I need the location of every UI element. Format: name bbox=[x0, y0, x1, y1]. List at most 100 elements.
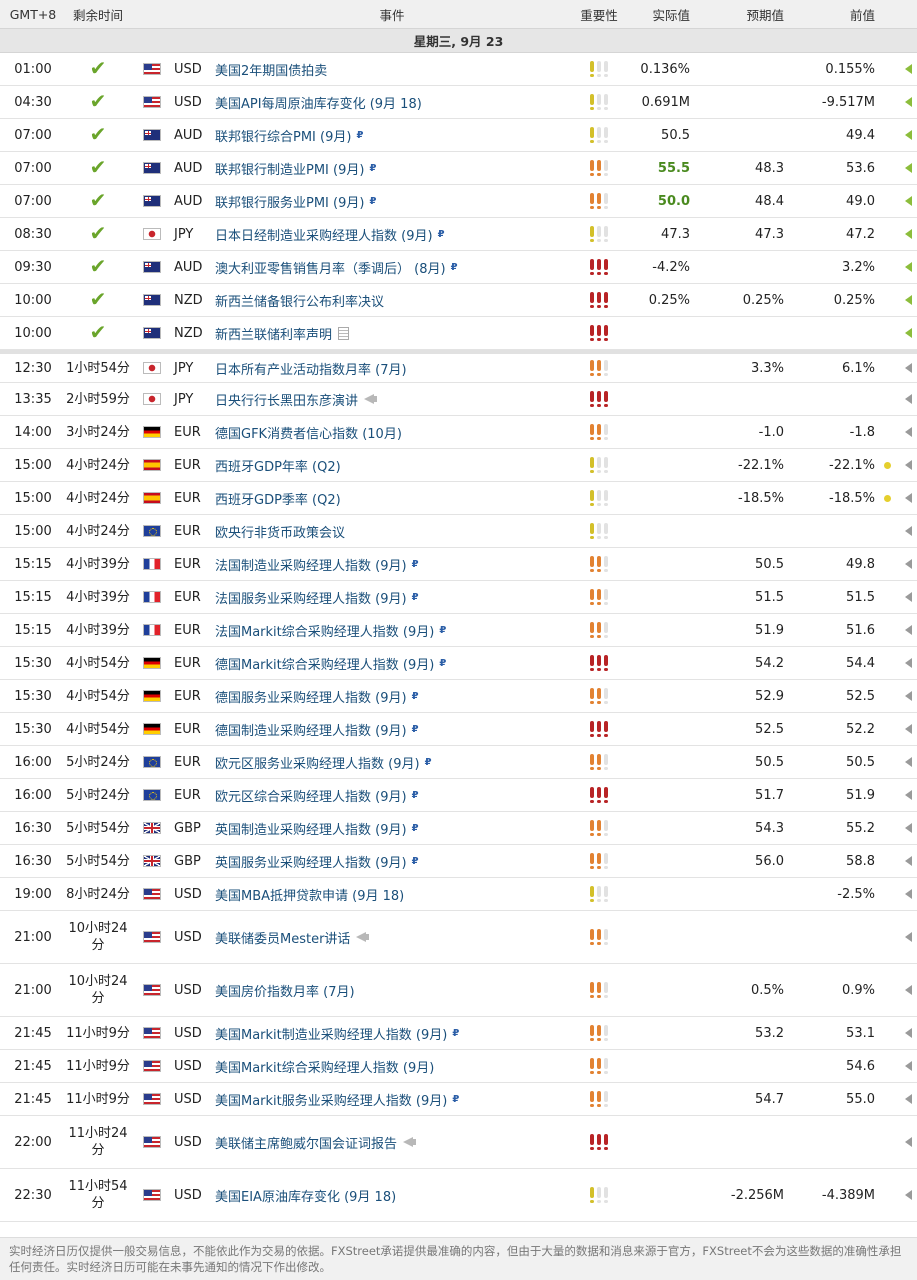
event-link[interactable]: 法国制造业采购经理人指数 (9月) ₽ bbox=[210, 555, 574, 574]
expand-cell[interactable] bbox=[900, 1094, 917, 1104]
event-name[interactable]: 德国服务业采购经理人指数 (9月) bbox=[215, 687, 407, 706]
document-icon[interactable] bbox=[338, 326, 350, 340]
event-name[interactable]: 日央行行长黑田东彦演讲 bbox=[215, 390, 358, 409]
event-name[interactable]: 欧元区综合采购经理人指数 (9月) bbox=[215, 786, 407, 805]
table-row[interactable]: 16:00 5小时24分 EUR 欧元区综合采购经理人指数 (9月) ₽51.7 51.9 bbox=[0, 779, 917, 812]
arrow-left-icon[interactable] bbox=[905, 196, 912, 206]
expand-cell[interactable] bbox=[900, 1061, 917, 1071]
event-link[interactable]: 法国服务业采购经理人指数 (9月) ₽ bbox=[210, 588, 574, 607]
expand-cell[interactable] bbox=[900, 130, 917, 140]
event-link[interactable]: 德国GFK消费者信心指数 (10月) bbox=[210, 423, 574, 442]
event-name[interactable]: 欧元区服务业采购经理人指数 (9月) bbox=[215, 753, 420, 772]
arrow-left-icon[interactable] bbox=[905, 363, 912, 373]
arrow-left-icon[interactable] bbox=[905, 823, 912, 833]
table-row[interactable]: 15:15 4小时39分 EUR 法国服务业采购经理人指数 (9月) ₽51.5 51.5 bbox=[0, 581, 917, 614]
table-row[interactable]: 16:30 5小时54分 GBP 英国服务业采购经理人指数 (9月) ₽56.0 58.8 bbox=[0, 845, 917, 878]
event-link[interactable]: 西班牙GDP年率 (Q2) bbox=[210, 456, 574, 475]
expand-cell[interactable] bbox=[900, 856, 917, 866]
event-link[interactable]: 欧元区服务业采购经理人指数 (9月) ₽ bbox=[210, 753, 574, 772]
arrow-left-icon[interactable] bbox=[905, 97, 912, 107]
event-name[interactable]: 日本日经制造业采购经理人指数 (9月) bbox=[215, 225, 433, 244]
event-name[interactable]: 美国MBA抵押贷款申请 (9月 18) bbox=[215, 885, 404, 904]
event-name[interactable]: 联邦银行制造业PMI (9月) bbox=[215, 159, 364, 178]
arrow-left-icon[interactable] bbox=[905, 790, 912, 800]
event-link[interactable]: 美联储主席鲍威尔国会证词报告 bbox=[210, 1133, 574, 1152]
event-name[interactable]: 美国Markit综合采购经理人指数 (9月) bbox=[215, 1057, 434, 1076]
expand-cell[interactable] bbox=[900, 559, 917, 569]
expand-cell[interactable] bbox=[900, 790, 917, 800]
table-row[interactable]: 21:00 10小时24分 USD 美联储委员Mester讲话 bbox=[0, 911, 917, 964]
arrow-left-icon[interactable] bbox=[905, 64, 912, 74]
expand-cell[interactable] bbox=[900, 985, 917, 995]
expand-cell[interactable] bbox=[900, 757, 917, 767]
event-link[interactable]: 美国房价指数月率 (7月) bbox=[210, 981, 574, 1000]
table-row[interactable]: 10:00 ✔ NZD 新西兰联储利率声明 bbox=[0, 317, 917, 350]
event-name[interactable]: 联邦银行综合PMI (9月) bbox=[215, 126, 351, 145]
event-link[interactable]: 日本所有产业活动指数月率 (7月) bbox=[210, 359, 574, 378]
event-link[interactable]: 澳大利亚零售销售月率（季调后） (8月) ₽ bbox=[210, 258, 574, 277]
arrow-left-icon[interactable] bbox=[905, 493, 912, 503]
table-row[interactable]: 10:00 ✔ NZD 新西兰储备银行公布利率决议 0.25% 0.25% 0.25% bbox=[0, 284, 917, 317]
event-link[interactable]: 法国Markit综合采购经理人指数 (9月) ₽ bbox=[210, 621, 574, 640]
event-link[interactable]: 美国API每周原油库存变化 (9月 18) bbox=[210, 93, 574, 112]
table-row[interactable]: 16:00 5小时24分 EUR 欧元区服务业采购经理人指数 (9月) ₽50.5 50.… bbox=[0, 746, 917, 779]
event-name[interactable]: 法国服务业采购经理人指数 (9月) bbox=[215, 588, 407, 607]
header-tz[interactable]: GMT+8 bbox=[0, 7, 66, 22]
event-link[interactable]: 美国EIA原油库存变化 (9月 18) bbox=[210, 1186, 574, 1205]
arrow-left-icon[interactable] bbox=[905, 1190, 912, 1200]
table-row[interactable]: 19:00 8小时24分 USD 美国MBA抵押贷款申请 (9月 18) -2.5% bbox=[0, 878, 917, 911]
arrow-left-icon[interactable] bbox=[905, 229, 912, 239]
table-row[interactable]: 15:15 4小时39分 EUR 法国制造业采购经理人指数 (9月) ₽50.5 49.8 bbox=[0, 548, 917, 581]
event-name[interactable]: 澳大利亚零售销售月率（季调后） (8月) bbox=[215, 258, 446, 277]
event-name[interactable]: 美国Markit制造业采购经理人指数 (9月) bbox=[215, 1024, 447, 1043]
expand-cell[interactable] bbox=[900, 460, 917, 470]
table-row[interactable]: 21:00 10小时24分 USD 美国房价指数月率 (7月) 0.5% 0.9% bbox=[0, 964, 917, 1017]
arrow-left-icon[interactable] bbox=[905, 1028, 912, 1038]
table-row[interactable]: 21:45 11小时9分 USD 美国Markit综合采购经理人指数 (9月) 54.6 bbox=[0, 1050, 917, 1083]
expand-cell[interactable] bbox=[900, 625, 917, 635]
event-link[interactable]: 美国Markit服务业采购经理人指数 (9月) ₽ bbox=[210, 1090, 574, 1109]
table-row[interactable]: 22:00 11小时24分 USD 美联储主席鲍威尔国会证词报告 bbox=[0, 1116, 917, 1169]
table-row[interactable]: 21:45 11小时9分 USD 美国Markit服务业采购经理人指数 (9月) ₽54… bbox=[0, 1083, 917, 1116]
arrow-left-icon[interactable] bbox=[905, 394, 912, 404]
event-link[interactable]: 新西兰联储利率声明 bbox=[210, 324, 574, 343]
arrow-left-icon[interactable] bbox=[905, 592, 912, 602]
arrow-left-icon[interactable] bbox=[905, 1094, 912, 1104]
event-name[interactable]: 美国API每周原油库存变化 (9月 18) bbox=[215, 93, 422, 112]
expand-cell[interactable] bbox=[900, 526, 917, 536]
event-name[interactable]: 法国制造业采购经理人指数 (9月) bbox=[215, 555, 407, 574]
event-name[interactable]: 英国服务业采购经理人指数 (9月) bbox=[215, 852, 407, 871]
table-row[interactable]: 07:00 ✔ AUD 联邦银行制造业PMI (9月) ₽55.5 48.3 53.6 bbox=[0, 152, 917, 185]
table-row[interactable]: 21:45 11小时9分 USD 美国Markit制造业采购经理人指数 (9月) ₽53… bbox=[0, 1017, 917, 1050]
expand-cell[interactable] bbox=[900, 196, 917, 206]
expand-cell[interactable] bbox=[900, 163, 917, 173]
expand-cell[interactable] bbox=[900, 262, 917, 272]
arrow-left-icon[interactable] bbox=[905, 262, 912, 272]
arrow-left-icon[interactable] bbox=[905, 757, 912, 767]
event-link[interactable]: 日央行行长黑田东彦演讲 bbox=[210, 390, 574, 409]
event-name[interactable]: 美国Markit服务业采购经理人指数 (9月) bbox=[215, 1090, 447, 1109]
arrow-left-icon[interactable] bbox=[905, 932, 912, 942]
arrow-left-icon[interactable] bbox=[905, 130, 912, 140]
event-name[interactable]: 西班牙GDP年率 (Q2) bbox=[215, 456, 341, 475]
table-row[interactable]: 15:15 4小时39分 EUR 法国Markit综合采购经理人指数 (9月) ₽51.… bbox=[0, 614, 917, 647]
table-row[interactable]: 08:30 ✔ JPY 日本日经制造业采购经理人指数 (9月) ₽47.3 47.3 47.… bbox=[0, 218, 917, 251]
expand-cell[interactable] bbox=[900, 328, 917, 338]
event-link[interactable]: 德国服务业采购经理人指数 (9月) ₽ bbox=[210, 687, 574, 706]
event-name[interactable]: 新西兰储备银行公布利率决议 bbox=[215, 291, 384, 310]
arrow-left-icon[interactable] bbox=[905, 295, 912, 305]
event-link[interactable]: 欧元区综合采购经理人指数 (9月) ₽ bbox=[210, 786, 574, 805]
table-row[interactable]: 15:00 4小时24分 EUR 欧央行非货币政策会议 bbox=[0, 515, 917, 548]
event-link[interactable]: 美联储委员Mester讲话 bbox=[210, 928, 574, 947]
arrow-left-icon[interactable] bbox=[905, 625, 912, 635]
event-name[interactable]: 联邦银行服务业PMI (9月) bbox=[215, 192, 364, 211]
event-link[interactable]: 美国Markit制造业采购经理人指数 (9月) ₽ bbox=[210, 1024, 574, 1043]
expand-cell[interactable] bbox=[900, 724, 917, 734]
arrow-left-icon[interactable] bbox=[905, 724, 912, 734]
table-row[interactable]: 22:30 11小时54分 USD 美国EIA原油库存变化 (9月 18) -2.256… bbox=[0, 1169, 917, 1222]
table-row[interactable]: 07:00 ✔ AUD 联邦银行综合PMI (9月) ₽50.5 49.4 bbox=[0, 119, 917, 152]
event-name[interactable]: 德国制造业采购经理人指数 (9月) bbox=[215, 720, 407, 739]
arrow-left-icon[interactable] bbox=[905, 658, 912, 668]
table-row[interactable]: 01:00 ✔ USD 美国2年期国债拍卖 0.136% 0.155% bbox=[0, 53, 917, 86]
event-link[interactable]: 美国Markit综合采购经理人指数 (9月) bbox=[210, 1057, 574, 1076]
